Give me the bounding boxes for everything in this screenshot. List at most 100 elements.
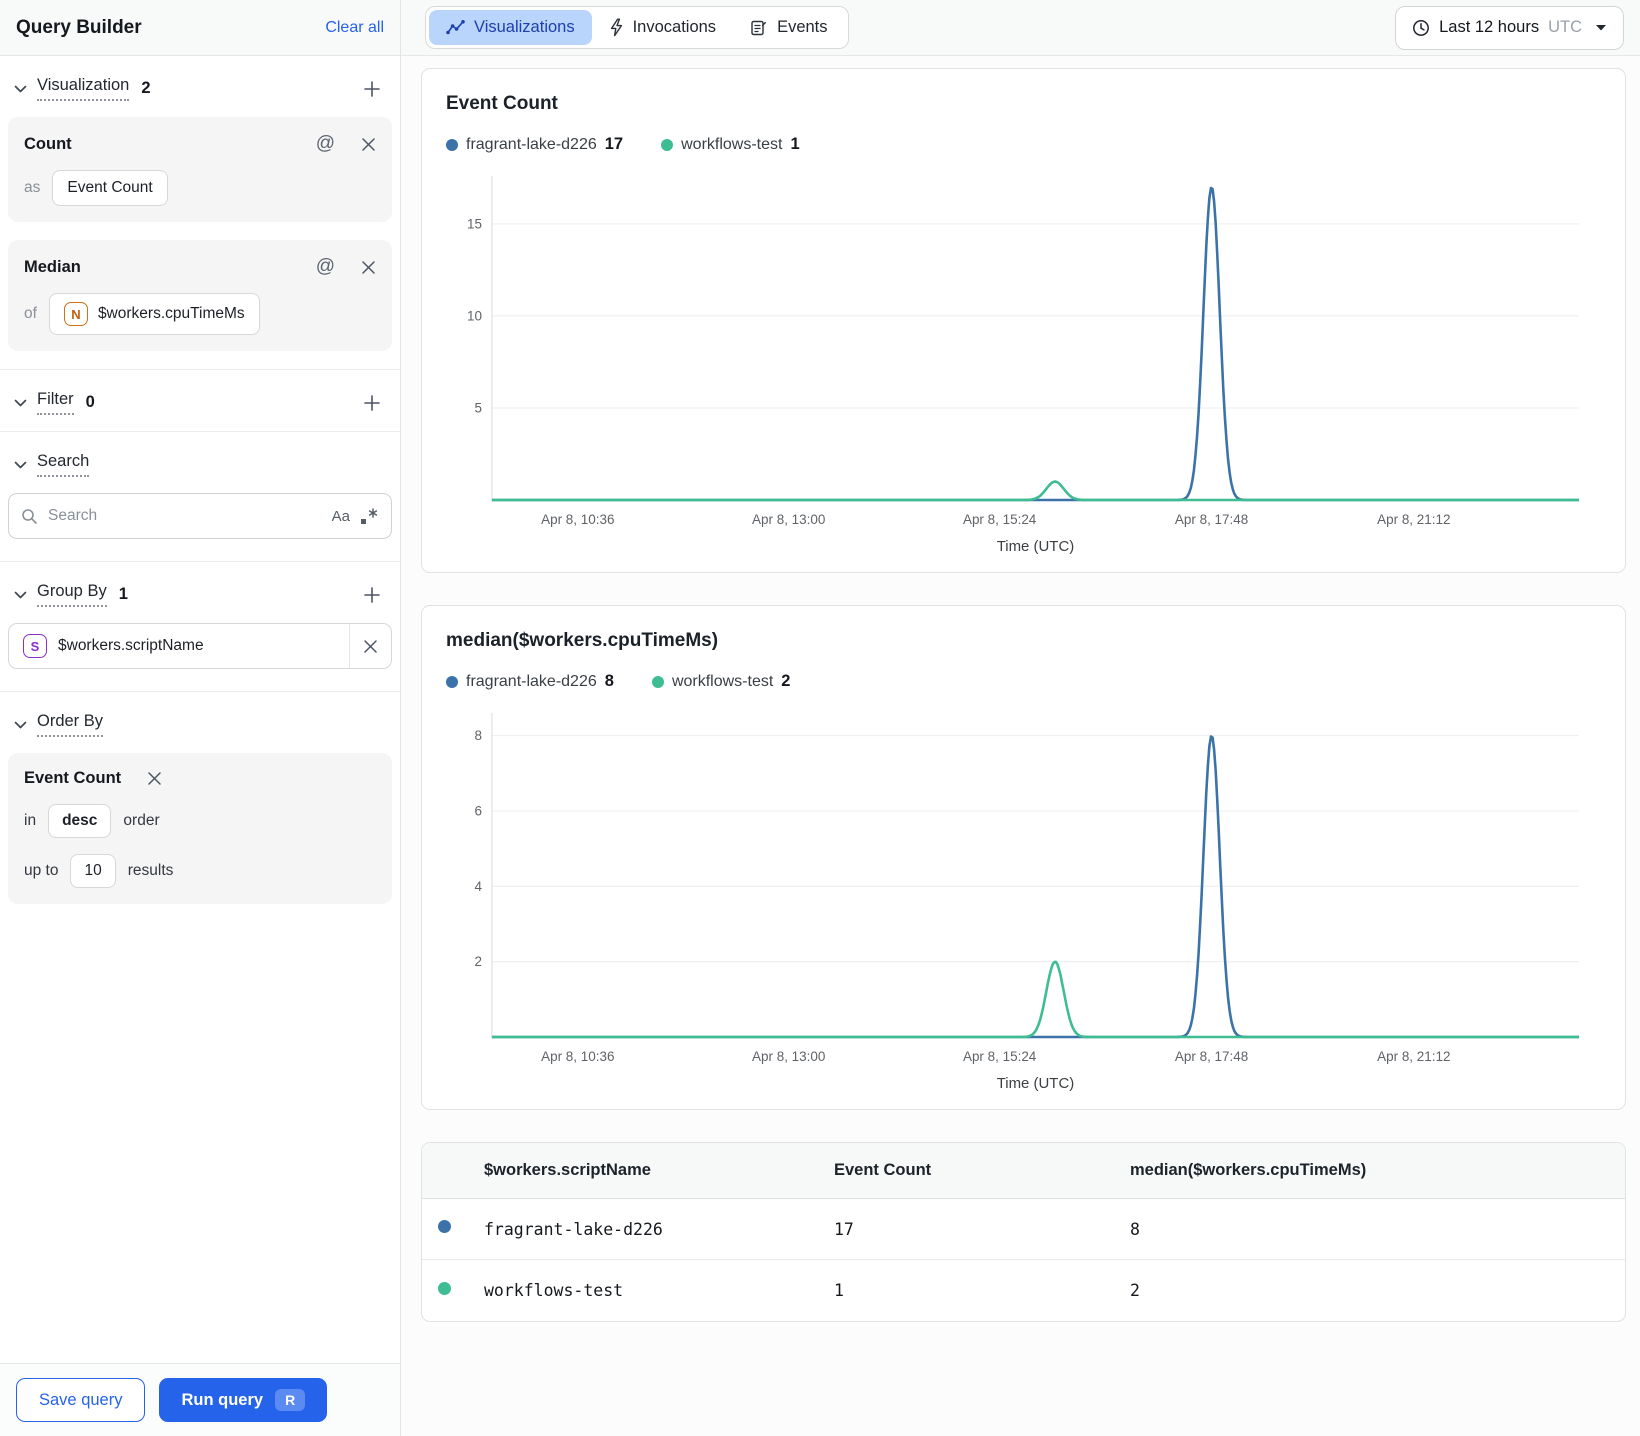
chevron-down-icon[interactable] [14, 461, 27, 469]
match-case-toggle[interactable]: Aa [332, 508, 350, 525]
svg-text:Apr 8, 10:36: Apr 8, 10:36 [541, 512, 614, 527]
time-range-label: Last 12 hours [1439, 18, 1540, 36]
events-doc-icon [750, 19, 768, 37]
series-dot-cell [438, 1220, 484, 1238]
limit-input[interactable]: 10 [70, 854, 116, 888]
event-count-chart[interactable]: 5 10 15 Apr 8, 10:36 Apr 8, 13:00 Apr 8, 15:2… [446, 166, 1601, 558]
svg-text:4: 4 [474, 879, 482, 894]
legend-dot [446, 138, 458, 151]
sort-direction-select[interactable]: desc [48, 804, 112, 838]
legend-item[interactable]: workflows-test 1 [661, 135, 800, 154]
median-cpu-chart[interactable]: 2 4 6 8 Apr 8, 10:36 Apr 8, 13:00 Apr 8, 15:24… [446, 703, 1601, 1095]
group-by-section: Group By 1 S $workers.scriptName [0, 562, 400, 692]
legend-item[interactable]: fragrant-lake-d226 17 [446, 135, 623, 154]
legend-item[interactable]: fragrant-lake-d226 8 [446, 672, 614, 691]
chart-title: Event Count [446, 93, 558, 114]
svg-text:Apr 8, 21:12: Apr 8, 21:12 [1377, 512, 1450, 527]
table-cell: 8 [1130, 1219, 1140, 1239]
remove-group-by-button[interactable] [349, 624, 391, 668]
legend-series-value: 1 [790, 135, 800, 153]
tab-label: Visualizations [474, 18, 575, 36]
svg-text:10: 10 [467, 308, 482, 323]
visualization-card-count: Count @ as Event Count [8, 117, 392, 222]
alias-field[interactable]: Event Count [52, 170, 168, 206]
table-row[interactable]: workflows-test 1 2 [422, 1260, 1625, 1321]
time-range-selector[interactable]: Last 12 hours UTC [1395, 5, 1624, 50]
in-label: in [24, 812, 37, 829]
query-builder-panel: Query Builder Clear all Visualization 2 … [0, 0, 401, 1436]
svg-text:Apr 8, 13:00: Apr 8, 13:00 [752, 512, 825, 527]
caret-down-icon [1595, 24, 1607, 31]
section-title-filter: Filter [37, 390, 74, 415]
group-by-field-name: $workers.scriptName [58, 637, 204, 654]
table-column-header: Event Count [834, 1161, 932, 1179]
chart-line-icon [446, 20, 465, 35]
svg-text:2: 2 [474, 954, 481, 969]
filter-count: 0 [85, 393, 95, 411]
mention-icon[interactable]: @ [316, 133, 335, 155]
chevron-down-icon[interactable] [14, 591, 27, 599]
sidebar-footer: Save query Run query R [0, 1363, 400, 1436]
field-selector[interactable]: N $workers.cpuTimeMs [48, 293, 260, 335]
search-icon [21, 508, 38, 525]
field-name: $workers.cpuTimeMs [97, 305, 245, 322]
legend-series-value: 8 [604, 672, 614, 690]
clock-icon [1412, 19, 1430, 37]
table-cell: 2 [1130, 1281, 1140, 1300]
section-title-visualization: Visualization [37, 76, 130, 101]
table-cell: 1 [834, 1281, 844, 1300]
median-cpu-chart-card: median($workers.cpuTimeMs) fragrant-lake… [421, 605, 1626, 1110]
mention-icon[interactable]: @ [316, 256, 335, 278]
clear-all-link[interactable]: Clear all [325, 19, 384, 37]
group-by-count: 1 [118, 585, 128, 603]
add-visualization-button[interactable] [360, 77, 384, 101]
legend-series-value: 17 [604, 135, 624, 153]
tab-invocations[interactable]: Invocations [592, 10, 733, 45]
order-by-card: Event Count in desc order up to 10 resul… [8, 753, 392, 904]
save-query-button[interactable]: Save query [16, 1378, 146, 1422]
table-body: fragrant-lake-d226 17 8 workflows-test 1 2 [422, 1199, 1625, 1321]
add-group-by-button[interactable] [360, 583, 384, 607]
tab-label: Invocations [632, 18, 717, 36]
add-filter-button[interactable] [360, 391, 384, 415]
svg-text:8: 8 [474, 728, 481, 743]
search-input[interactable] [48, 507, 322, 525]
chevron-down-icon[interactable] [14, 721, 27, 729]
chevron-down-icon[interactable] [14, 85, 27, 93]
run-query-button[interactable]: Run query R [159, 1378, 328, 1422]
chevron-down-icon[interactable] [14, 399, 27, 407]
page-title: Query Builder [16, 16, 142, 38]
time-zone-label: UTC [1548, 18, 1582, 36]
of-label: of [24, 305, 37, 322]
chart-legend: fragrant-lake-d226 8 workflows-test 2 [446, 672, 1601, 691]
visualizations-panel: Event Count fragrant-lake-d226 17 workflow… [401, 56, 1640, 1436]
legend-dot [446, 675, 458, 688]
tab-label: Events [777, 18, 828, 36]
section-title-order-by: Order By [37, 712, 104, 737]
run-shortcut-badge: R [275, 1389, 306, 1411]
group-by-field[interactable]: S $workers.scriptName [8, 623, 392, 669]
remove-order-by-button[interactable] [147, 771, 162, 786]
remove-count-button[interactable] [361, 137, 376, 152]
as-label: as [24, 179, 41, 196]
tab-visualizations[interactable]: Visualizations [429, 10, 592, 45]
remove-median-button[interactable] [361, 260, 376, 275]
tab-events[interactable]: Events [733, 10, 844, 45]
sidebar-header: Query Builder Clear all [0, 0, 400, 56]
regex-toggle-icon[interactable] [360, 507, 379, 525]
svg-text:Time (UTC): Time (UTC) [997, 538, 1075, 555]
table-column-header: median($workers.cpuTimeMs) [1130, 1161, 1367, 1179]
section-title-search: Search [37, 452, 90, 477]
main-area: Visualizations Invocations Events Last 1… [401, 0, 1640, 1436]
table-cell: workflows-test [484, 1281, 624, 1300]
results-table: $workers.scriptName Event Count median($wo… [421, 1142, 1626, 1322]
series-dot [438, 1281, 451, 1295]
table-row[interactable]: fragrant-lake-d226 17 8 [422, 1199, 1625, 1260]
visualization-section: Visualization 2 Count @ as Event Count M… [0, 56, 400, 370]
svg-text:Apr 8, 15:24: Apr 8, 15:24 [963, 1049, 1037, 1064]
svg-text:15: 15 [467, 216, 482, 231]
table-header: $workers.scriptName Event Count median($wo… [422, 1143, 1625, 1199]
event-count-chart-card: Event Count fragrant-lake-d226 17 workflow… [421, 68, 1626, 573]
legend-item[interactable]: workflows-test 2 [651, 672, 790, 691]
chart-title: median($workers.cpuTimeMs) [446, 630, 719, 651]
